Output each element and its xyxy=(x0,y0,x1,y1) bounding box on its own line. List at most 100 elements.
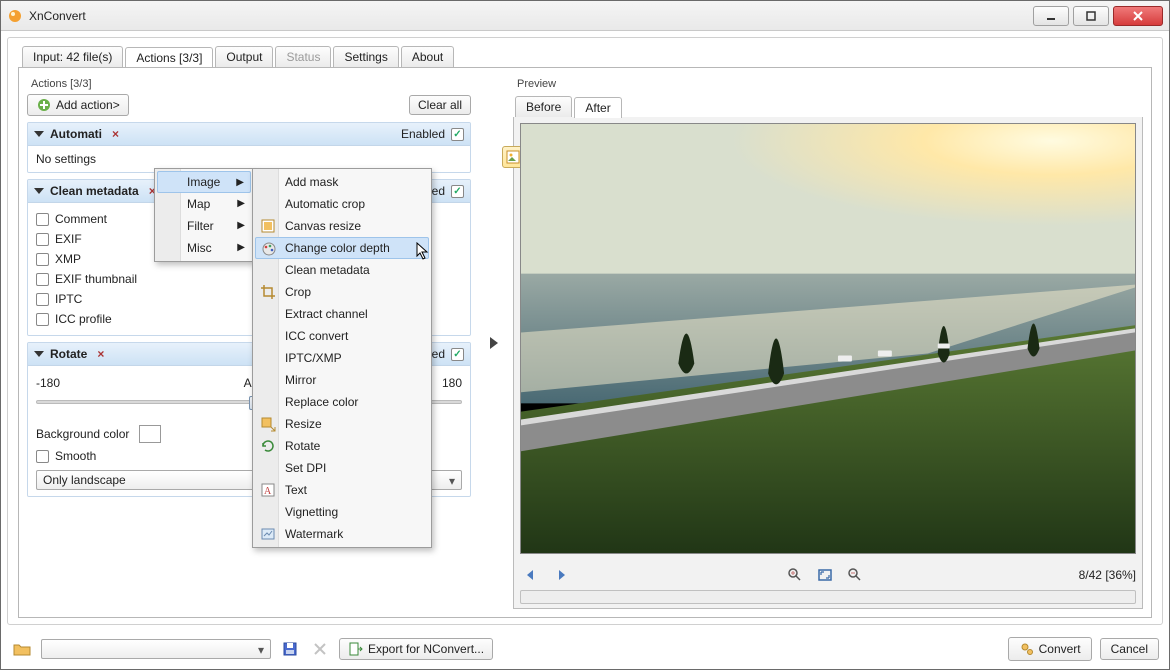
next-image-button[interactable] xyxy=(550,564,572,586)
menu-watermark-label: Watermark xyxy=(285,527,343,541)
prev-image-button[interactable] xyxy=(520,564,542,586)
preview-scrollbar[interactable] xyxy=(520,590,1136,604)
menu-cat-filter[interactable]: Filter▶ xyxy=(157,215,251,237)
menu-iptc-xmp[interactable]: IPTC/XMP xyxy=(255,347,429,369)
zoom-in-icon xyxy=(787,567,803,583)
lbl-comment: Comment xyxy=(55,212,107,226)
tab-after[interactable]: After xyxy=(574,97,621,118)
action-auto-title: Automati xyxy=(50,127,102,141)
chk-icc[interactable] xyxy=(36,313,49,326)
menu-set-dpi[interactable]: Set DPI xyxy=(255,457,429,479)
content-area: Input: 42 file(s) Actions [3/3] Output S… xyxy=(7,37,1163,625)
chk-smooth[interactable] xyxy=(36,450,49,463)
folder-icon xyxy=(13,641,31,657)
menu-cat-map[interactable]: Map▶ xyxy=(157,193,251,215)
menu-crop[interactable]: Crop xyxy=(255,281,429,303)
menu-auto-crop[interactable]: Automatic crop xyxy=(255,193,429,215)
menu-vignetting-label: Vignetting xyxy=(285,505,338,519)
tab-about[interactable]: About xyxy=(401,46,454,67)
zoom-fit-button[interactable] xyxy=(814,564,836,586)
lbl-icc: ICC profile xyxy=(55,312,112,326)
menu-cat-misc-label: Misc xyxy=(187,241,212,255)
action-rotate-enabled-checkbox[interactable] xyxy=(451,348,464,361)
menu-mirror[interactable]: Mirror xyxy=(255,369,429,391)
menu-extract-channel[interactable]: Extract channel xyxy=(255,303,429,325)
chk-exif-thumb[interactable] xyxy=(36,273,49,286)
image-submenu: Add mask Automatic crop Canvas resize Ch… xyxy=(252,168,432,548)
export-nconvert-button[interactable]: Export for NConvert... xyxy=(339,638,493,660)
tab-before[interactable]: Before xyxy=(515,96,572,117)
tab-settings[interactable]: Settings xyxy=(333,46,398,67)
menu-cat-misc[interactable]: Misc ▶ xyxy=(157,237,251,259)
add-action-menu: Image▶ Map▶ Filter▶ Misc ▶ xyxy=(154,168,254,262)
action-clean-enabled-checkbox[interactable] xyxy=(451,185,464,198)
bg-color-label: Background color xyxy=(36,427,129,441)
tab-output[interactable]: Output xyxy=(215,46,273,67)
zoom-out-button[interactable] xyxy=(844,564,866,586)
add-action-button[interactable]: Add action> xyxy=(27,94,129,116)
menu-cat-image[interactable]: Image▶ xyxy=(157,171,251,193)
clear-all-button[interactable]: Clear all xyxy=(409,95,471,115)
menu-iptc-xmp-label: IPTC/XMP xyxy=(285,351,342,365)
cancel-button[interactable]: Cancel xyxy=(1100,638,1159,660)
menu-rotate[interactable]: Rotate xyxy=(255,435,429,457)
remove-action-icon[interactable]: × xyxy=(112,127,119,141)
action-auto-header[interactable]: Automati × Enabled xyxy=(28,123,470,146)
remove-action-icon[interactable]: × xyxy=(97,347,104,361)
lbl-smooth: Smooth xyxy=(55,449,96,463)
palette-icon xyxy=(261,241,277,257)
menu-cat-image-label: Image xyxy=(187,175,220,189)
menu-vignetting[interactable]: Vignetting xyxy=(255,501,429,523)
menu-text[interactable]: A Text xyxy=(255,479,429,501)
lbl-exif-thumb: EXIF thumbnail xyxy=(55,272,137,286)
chk-xmp[interactable] xyxy=(36,253,49,266)
menu-canvas-resize-label: Canvas resize xyxy=(285,219,361,233)
menu-icc-convert[interactable]: ICC convert xyxy=(255,325,429,347)
menu-cat-filter-label: Filter xyxy=(187,219,214,233)
tab-status[interactable]: Status xyxy=(275,46,331,67)
close-button[interactable] xyxy=(1113,6,1163,26)
maximize-icon xyxy=(1086,11,1096,21)
chk-exif[interactable] xyxy=(36,233,49,246)
chk-comment[interactable] xyxy=(36,213,49,226)
footer: Export for NConvert... Convert Cancel xyxy=(1,631,1169,669)
menu-replace-color[interactable]: Replace color xyxy=(255,391,429,413)
gears-icon xyxy=(1019,641,1035,657)
tab-input[interactable]: Input: 42 file(s) xyxy=(22,46,123,67)
menu-change-depth[interactable]: Change color depth xyxy=(255,237,429,259)
menu-set-dpi-label: Set DPI xyxy=(285,461,326,475)
export-icon xyxy=(348,641,364,657)
text-icon: A xyxy=(260,482,276,498)
delete-icon xyxy=(313,642,327,656)
menu-add-mask[interactable]: Add mask xyxy=(255,171,429,193)
open-preset-button[interactable] xyxy=(11,638,33,660)
save-preset-button[interactable] xyxy=(279,638,301,660)
menu-icc-convert-label: ICC convert xyxy=(285,329,348,343)
bg-color-swatch[interactable] xyxy=(139,425,161,443)
menu-clean-meta[interactable]: Clean metadata xyxy=(255,259,429,281)
action-auto-enabled-checkbox[interactable] xyxy=(451,128,464,141)
menu-canvas-resize[interactable]: Canvas resize xyxy=(255,215,429,237)
picture-icon xyxy=(506,150,520,164)
menu-add-mask-label: Add mask xyxy=(285,175,338,189)
chk-iptc[interactable] xyxy=(36,293,49,306)
preset-select[interactable] xyxy=(41,639,271,659)
preset-value xyxy=(48,642,51,656)
chevron-down-icon xyxy=(34,351,44,357)
minimize-button[interactable] xyxy=(1033,6,1069,26)
convert-button[interactable]: Convert xyxy=(1008,637,1092,661)
window-buttons xyxy=(1033,6,1163,26)
zoom-in-button[interactable] xyxy=(784,564,806,586)
lbl-iptc: IPTC xyxy=(55,292,82,306)
menu-resize[interactable]: Resize xyxy=(255,413,429,435)
maximize-button[interactable] xyxy=(1073,6,1109,26)
submenu-arrow-icon: ▶ xyxy=(237,242,245,253)
rotate-max: 180 xyxy=(442,376,462,390)
tab-body: Actions [3/3] Add action> Clear all Auto… xyxy=(18,67,1152,618)
preview-image xyxy=(520,123,1136,554)
action-clean-title: Clean metadata xyxy=(50,184,139,198)
delete-preset-button[interactable] xyxy=(309,638,331,660)
menu-watermark[interactable]: Watermark xyxy=(255,523,429,545)
preview-controls: 8/42 [36%] xyxy=(514,560,1142,590)
tab-actions[interactable]: Actions [3/3] xyxy=(125,47,213,68)
